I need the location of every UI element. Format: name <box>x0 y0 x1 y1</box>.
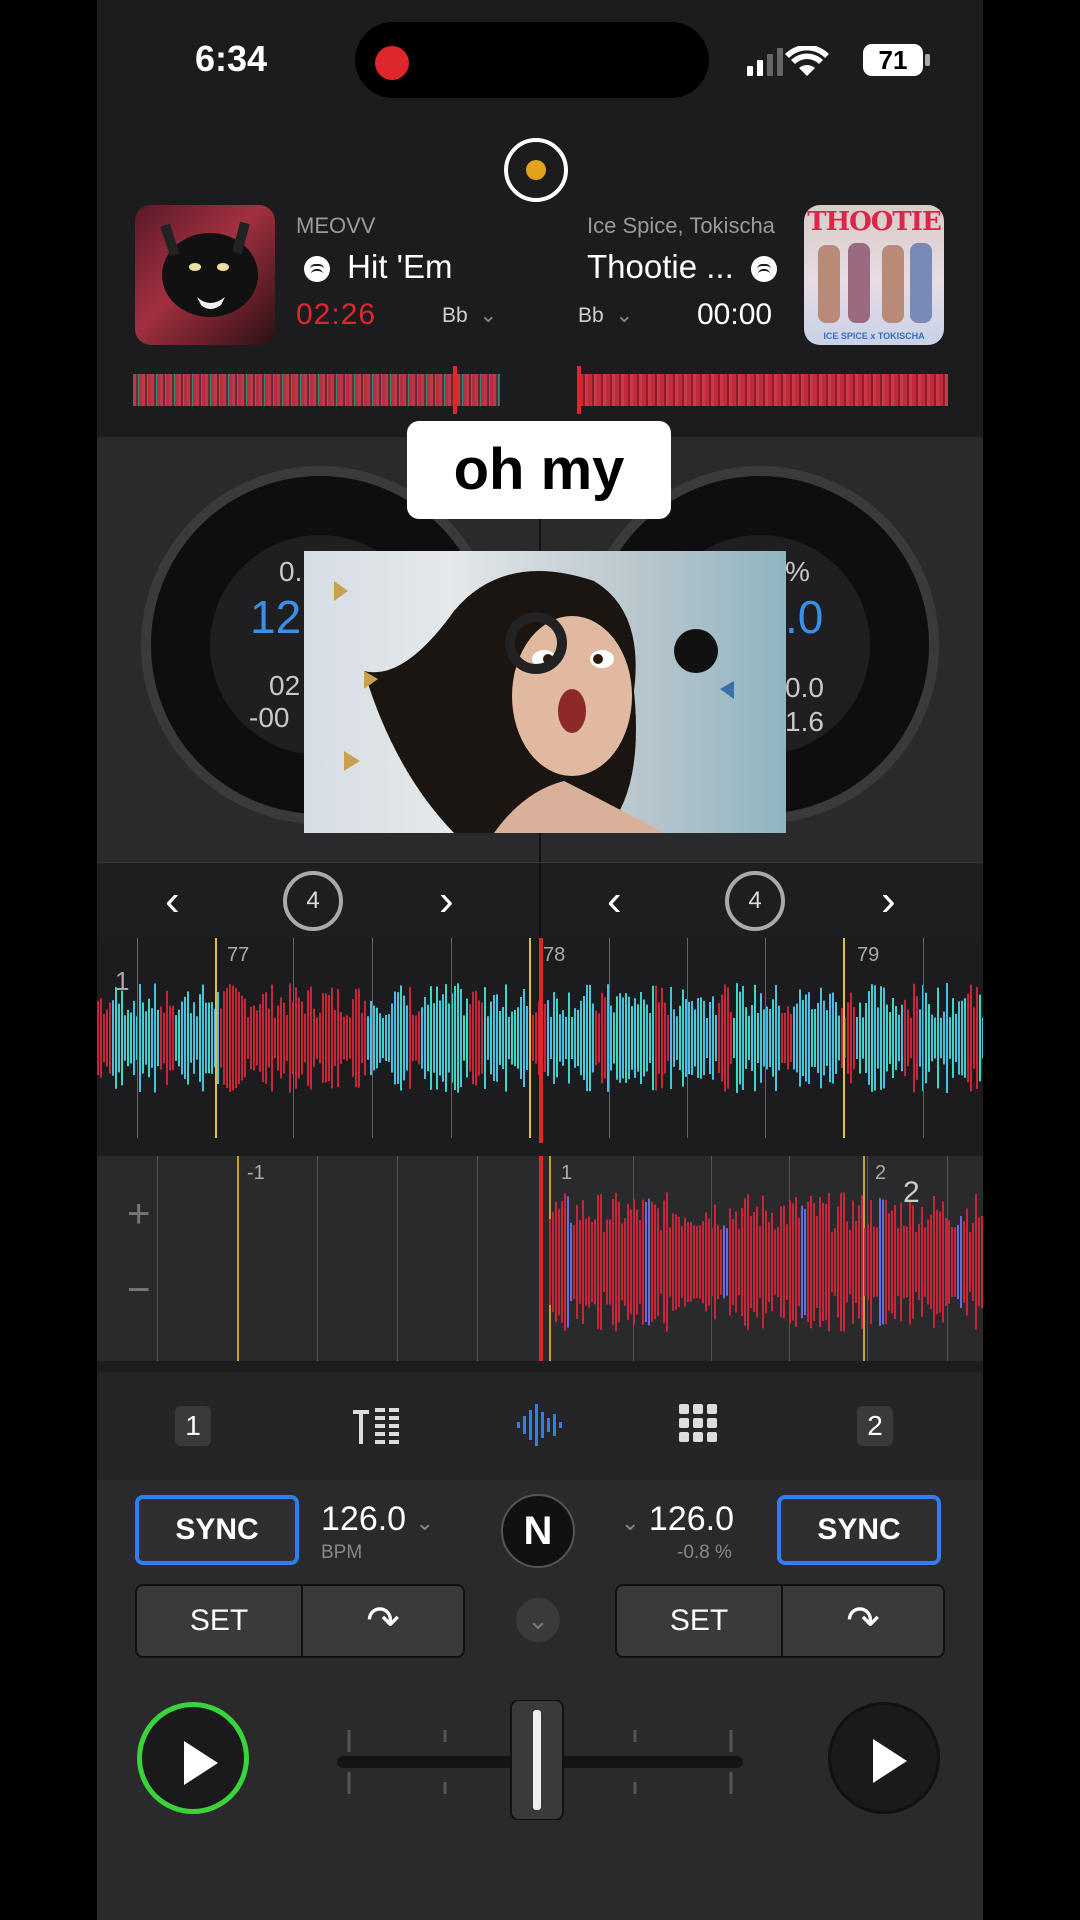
bar-number-1: 1 <box>561 1162 573 1184</box>
expand-chevron-button[interactable]: ⌄ <box>516 1598 560 1642</box>
recording-icon <box>375 46 409 80</box>
deck-a-overview-playhead <box>453 366 457 414</box>
deck-a-overview-waveform[interactable] <box>133 374 500 406</box>
deck-b-pitch: % <box>785 556 810 587</box>
deck-b-time: 00:00 <box>697 298 773 331</box>
deck-a-set-cue-button[interactable]: SET <box>137 1586 303 1656</box>
deck-a-loop-value: 4 <box>306 887 320 914</box>
chevron-down-icon: ⌄ <box>415 1510 434 1535</box>
ni-logo-button[interactable]: N <box>501 1494 575 1568</box>
deck-a-bpm-display: 12 <box>250 591 302 643</box>
bar-number-79: 79 <box>857 944 880 966</box>
deck-b-bpm: 126.0 <box>648 1500 734 1538</box>
deck-a-elapsed: 02 <box>269 670 301 701</box>
deck-a-jump-forward-button[interactable]: › <box>439 863 454 939</box>
album-b-figures-icon <box>818 243 932 323</box>
waveform-view-icon[interactable] <box>515 1402 565 1448</box>
deck-a-play-button[interactable] <box>137 1702 249 1814</box>
deck-b-title: Thootie ... <box>587 248 734 285</box>
deck-a-loop-button[interactable]: 4 <box>283 871 343 931</box>
deck-a-bpm-row[interactable]: 126.0 ⌄ <box>321 1500 434 1539</box>
deck-b-jump-cue-icon[interactable]: ↷ <box>783 1586 943 1656</box>
deck-a-jump-back-button[interactable]: ‹ <box>165 863 180 939</box>
deck-b-sync-button[interactable]: SYNC <box>777 1495 941 1565</box>
deck-b-indicator: 2 <box>903 1176 920 1209</box>
tab-deck-2[interactable]: 2 <box>857 1406 893 1446</box>
deck-b-title-row[interactable]: Thootie ... <box>587 248 777 286</box>
spotify-icon <box>304 256 330 283</box>
album-art-a[interactable] <box>135 205 275 345</box>
chevron-down-icon: ⌄ <box>621 1510 640 1535</box>
deck-b-overview-playhead <box>577 366 581 414</box>
zoom-in-icon[interactable]: + <box>127 1192 150 1237</box>
bar-number-78: 78 <box>543 944 566 966</box>
battery-level: 71 <box>863 44 923 76</box>
bar-number-2: 2 <box>875 1162 887 1184</box>
deck-a-bpm: 126.0 <box>321 1500 407 1538</box>
battery-tip-icon <box>925 54 930 66</box>
deck-b-jump-forward-button[interactable]: › <box>881 863 896 939</box>
deck-b-play-button[interactable] <box>828 1702 940 1814</box>
deck-a-sync-button[interactable]: SYNC <box>135 1495 299 1565</box>
chevron-down-icon: ⌄ <box>615 304 634 327</box>
panther-art-icon <box>160 221 258 317</box>
deck-a-indicator: 1 <box>115 966 130 996</box>
play-icon <box>873 1739 907 1783</box>
chevron-down-icon: ⌄ <box>479 304 498 327</box>
deck-a-cue-group: SET ↷ <box>135 1584 465 1658</box>
deck-b-jump-back-button[interactable]: ‹ <box>607 863 622 939</box>
deck-a-pitch: 0. <box>279 556 303 587</box>
album-art-b[interactable]: THOOTIE ICE SPICE x TOKISCHA <box>804 205 944 345</box>
mixer-icon[interactable] <box>353 1402 403 1448</box>
deck-b-loop-value: 4 <box>748 887 762 914</box>
deck-a-playhead <box>539 938 543 1143</box>
signal-wifi-icon <box>747 46 829 76</box>
deck-a-bpm-label: BPM <box>321 1542 363 1563</box>
beat-jump-row: ‹ 4 › ‹ 4 › <box>97 862 983 939</box>
deck-b-key: Bb <box>578 304 604 327</box>
deck-b-overview-waveform[interactable] <box>579 374 948 406</box>
transport-controls: SYNC 126.0 ⌄ BPM N ⌄ 126.0 -0.8 % SYNC S… <box>97 1480 983 1920</box>
caption-overlay: oh my <box>407 421 671 519</box>
crossfader[interactable] <box>337 1700 743 1820</box>
woman-headphones-photo <box>334 571 734 833</box>
deck-b-playhead <box>539 1156 543 1361</box>
pads-icon[interactable] <box>679 1404 719 1444</box>
deck-b-value-2: 1.6 <box>785 706 824 737</box>
deck-a-remaining: -00 <box>249 702 290 733</box>
deck-a-title-row[interactable]: Hit 'Em <box>304 248 452 286</box>
deck-b-pitch-label: -0.8 % <box>677 1542 732 1563</box>
deck-b-bpm-display: .0 <box>785 591 824 643</box>
deck-b-key-select[interactable]: Bb ⌄ <box>578 303 633 328</box>
nav-divider <box>539 863 541 939</box>
play-icon <box>184 1741 218 1785</box>
deck-a-key-select[interactable]: Bb ⌄ <box>442 303 497 328</box>
deck-a-artist: MEOVV <box>296 213 376 238</box>
deck-b-value-1: 0.0 <box>785 672 824 703</box>
album-b-art-subtitle: ICE SPICE x TOKISCHA <box>823 331 925 341</box>
deck-b-bpm-row[interactable]: ⌄ 126.0 <box>621 1500 734 1539</box>
overlay-photo <box>304 551 786 833</box>
deck-b-artist: Ice Spice, Tokischa <box>587 213 775 238</box>
bar-number-minus-1: -1 <box>247 1162 265 1184</box>
zoom-out-icon[interactable]: − <box>127 1268 150 1313</box>
app-screen: 6:34 71 MEOVV Hit 'Em 02:26 Bb ⌄ Ice Spi… <box>97 0 983 1920</box>
deck-b-loop-button[interactable]: 4 <box>725 871 785 931</box>
deck-a-jump-cue-icon[interactable]: ↷ <box>303 1586 463 1656</box>
tab-deck-1[interactable]: 1 <box>175 1406 211 1446</box>
bar-number-77: 77 <box>227 944 250 966</box>
deck-a-time: 02:26 <box>296 298 377 331</box>
spotify-icon <box>750 256 777 283</box>
deck-b-set-cue-button[interactable]: SET <box>617 1586 783 1656</box>
deck-a-title: Hit 'Em <box>347 248 453 285</box>
record-button[interactable] <box>504 138 568 202</box>
status-time: 6:34 <box>195 38 268 79</box>
deck-a-key: Bb <box>442 304 468 327</box>
deck-b-cue-group: SET ↷ <box>615 1584 945 1658</box>
view-tab-bar: 1 2 <box>97 1372 983 1480</box>
